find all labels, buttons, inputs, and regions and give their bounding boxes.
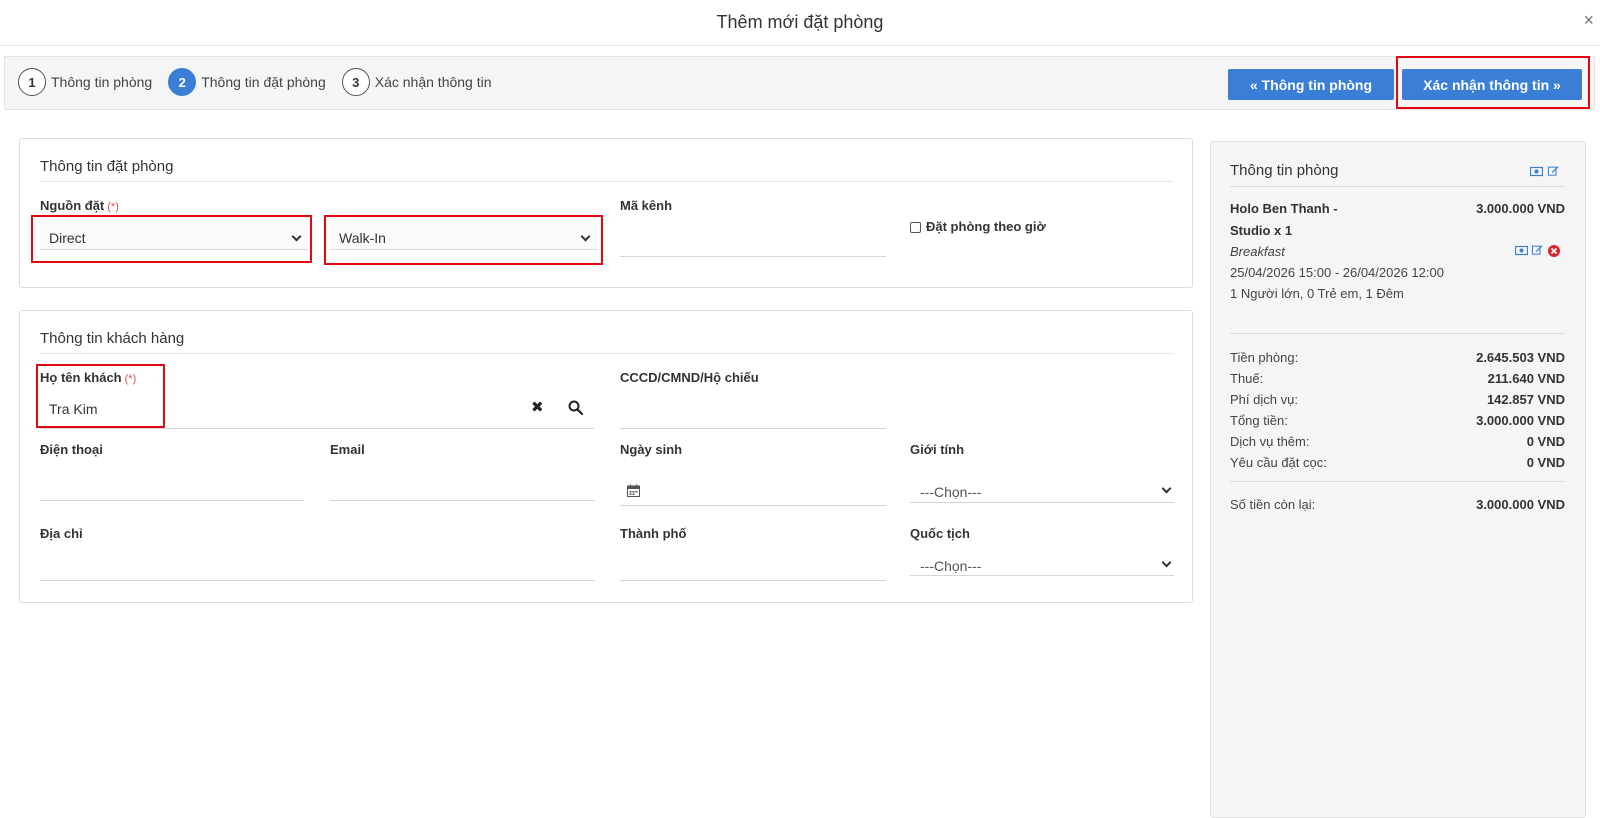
city-input[interactable] [620,580,886,581]
id-number-input[interactable] [620,428,886,429]
nationality-label: Quốc tịch [910,526,970,541]
search-icon[interactable] [568,400,583,415]
booking-info-title: Thông tin đặt phòng [40,158,1173,182]
source-select-underline [40,249,308,250]
divider [1230,186,1565,187]
remaining-value: 3.000.000 VND [1476,497,1565,512]
gender-label: Giới tính [910,442,965,457]
hourly-checkbox[interactable] [910,222,921,233]
summary-value: 142.857 VND [1486,392,1565,407]
channel-input-underline [620,256,886,257]
address-label: Địa chỉ [40,526,83,541]
nationality-select[interactable]: ---Chọn--- [920,558,981,574]
guest-name-underline [40,428,594,429]
phone-input[interactable] [40,500,304,501]
summary-label: Tiền phòng: [1230,350,1299,365]
email-input[interactable] [330,500,595,501]
summary-value: 0 VND [1526,434,1565,449]
step-room-info[interactable]: 1 Thông tin phòng [18,68,152,96]
summary-value: 3.000.000 VND [1476,413,1565,428]
summary-label: Phí dịch vụ: [1230,392,1298,407]
step-confirm-info[interactable]: 3 Xác nhận thông tin [341,68,492,96]
summary-value: 2.645.503 VND [1476,350,1565,365]
calendar-icon[interactable] [627,484,640,497]
step-label: Thông tin phòng [51,74,153,90]
gender-select[interactable]: ---Chọn--- [920,484,981,500]
guest-count: 1 Người lớn, 0 Trẻ em, 1 Đêm [1230,286,1404,301]
dob-input[interactable] [620,505,886,506]
email-label: Email [330,442,365,457]
divider [1230,333,1565,334]
phone-label: Điện thoại [40,442,103,457]
edit-icon[interactable] [1531,244,1544,255]
money-icon[interactable] [1515,245,1528,256]
nationality-select-underline [910,575,1174,576]
step-number: 1 [18,68,46,96]
room-name: Holo Ben Thanh - [1230,201,1338,216]
step-label: Thông tin đặt phòng [201,74,326,90]
room-price: 3.000.000 VND [1476,201,1565,216]
address-input[interactable] [40,580,595,581]
remaining-label: Số tiền còn lại: [1230,497,1316,512]
remove-icon[interactable] [1548,245,1560,257]
guest-name-label: Họ tên khách (*) [40,370,137,385]
id-number-label: CCCD/CMND/Hộ chiếu [620,370,759,385]
wizard-steps: 1 Thông tin phòng 2 Thông tin đặt phòng … [18,68,508,96]
summary-value: 0 VND [1526,455,1565,470]
previous-step-button[interactable]: « Thông tin phòng [1228,69,1394,100]
customer-info-title: Thông tin khách hàng [40,330,1173,354]
city-label: Thành phố [620,526,687,541]
next-step-button[interactable]: Xác nhận thông tin » [1402,69,1582,100]
meal-plan: Breakfast [1230,244,1285,259]
channel-label: Mã kênh [620,198,673,213]
gender-select-underline [910,502,1174,503]
clear-icon[interactable]: ✖ [531,398,544,416]
summary-label: Thuế: [1230,371,1264,386]
summary-value: 211.640 VND [1487,371,1565,386]
stay-dates: 25/04/2026 15:00 - 26/04/2026 12:00 [1230,265,1444,280]
dob-label: Ngày sinh [620,442,683,457]
room-summary-title: Thông tin phòng [1230,162,1339,179]
source-sub-select-underline [330,249,598,250]
guest-name-input[interactable]: Tra Kim [49,401,97,417]
room-summary-panel [1210,141,1586,818]
modal-header: Thêm mới đặt phòng × [0,0,1600,46]
step-number: 3 [341,68,370,96]
hourly-checkbox-label: Đặt phòng theo giờ [926,219,1046,234]
step-number: 2 [168,68,197,96]
summary-label: Tổng tiền: [1230,413,1288,428]
step-booking-info[interactable]: 2 Thông tin đặt phòng [168,68,326,96]
source-select-value: Direct [49,230,86,246]
money-icon[interactable] [1530,166,1543,177]
source-sub-select-value: Walk-In [339,230,386,246]
edit-icon[interactable] [1547,165,1560,176]
step-label: Xác nhận thông tin [374,74,492,90]
summary-label: Dịch vụ thêm: [1230,434,1310,449]
summary-label: Yêu cầu đặt cọc: [1230,455,1327,470]
divider [1230,481,1565,482]
close-icon[interactable]: × [1583,10,1594,31]
modal-title: Thêm mới đặt phòng [716,12,884,32]
source-label: Nguồn đặt (*) [40,198,119,213]
room-name-type: Studio x 1 [1230,223,1293,238]
